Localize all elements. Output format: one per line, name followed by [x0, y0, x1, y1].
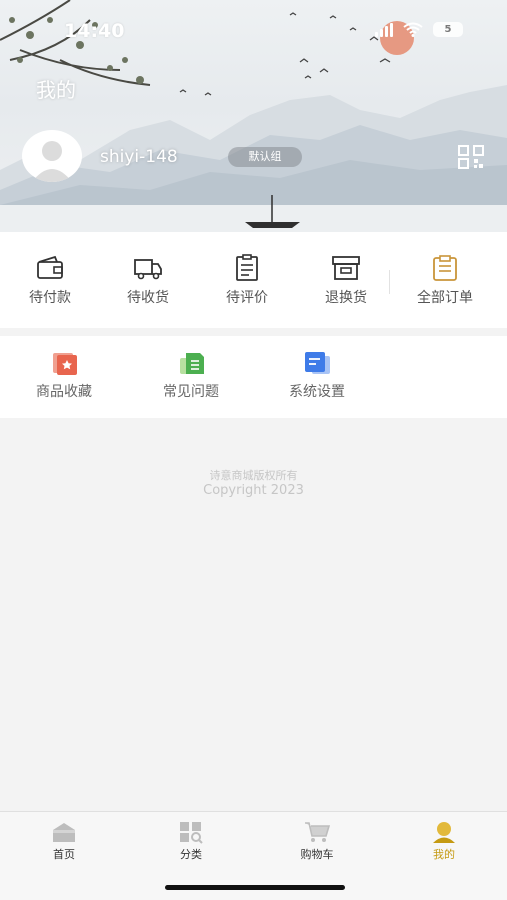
avatar[interactable] — [22, 130, 82, 182]
clipboard-icon — [236, 254, 258, 281]
order-label: 待收货 — [127, 290, 169, 306]
tab-profile[interactable]: 我的 — [394, 812, 494, 868]
home-indicator — [165, 885, 345, 890]
tool-settings[interactable]: 系统设置 — [267, 336, 367, 418]
qr-code-icon[interactable] — [457, 144, 485, 170]
signal-icon — [375, 22, 393, 37]
category-icon — [180, 822, 203, 844]
tab-category[interactable]: 分类 — [141, 812, 241, 868]
status-bar: 14:40 5 — [0, 18, 507, 46]
order-pending-review[interactable]: 待评价 — [197, 232, 297, 328]
battery-icon: 5 — [433, 22, 463, 37]
order-shortcuts: 待付款 待收货 待评价 退换货 全部订单 — [0, 232, 507, 328]
tool-faq[interactable]: 常见问题 — [141, 336, 241, 418]
profile-icon — [433, 822, 455, 843]
tab-label: 首页 — [53, 848, 75, 861]
order-pending-receipt[interactable]: 待收货 — [98, 232, 198, 328]
box-icon — [332, 256, 360, 280]
profile-header-banner: 14:40 5 我的 shiyi-148 默认组 — [0, 0, 507, 232]
copyright-owner: 诗意商城版权所有 — [209, 469, 298, 482]
cart-icon — [305, 822, 331, 842]
tool-label: 商品收藏 — [36, 384, 92, 400]
tab-cart[interactable]: 购物车 — [267, 812, 367, 868]
user-silhouette-icon — [32, 141, 72, 182]
order-label: 待付款 — [29, 290, 71, 306]
orders-icon — [433, 255, 457, 281]
tool-shortcuts: 商品收藏 常见问题 系统设置 — [0, 336, 507, 418]
divider — [389, 270, 390, 294]
faq-icon — [180, 353, 204, 374]
username: shiyi-148 — [100, 147, 178, 167]
status-time: 14:40 — [64, 20, 125, 42]
order-label: 退换货 — [325, 290, 367, 306]
order-label: 全部订单 — [417, 290, 473, 306]
order-pending-payment[interactable]: 待付款 — [0, 232, 100, 328]
truck-icon — [134, 259, 162, 280]
settings-icon — [305, 352, 330, 374]
group-badge: 默认组 — [228, 147, 302, 167]
tab-label: 我的 — [433, 848, 455, 861]
order-returns[interactable]: 退换货 — [296, 232, 396, 328]
tab-label: 分类 — [180, 848, 202, 861]
home-icon — [53, 823, 75, 842]
favorites-icon — [53, 353, 77, 375]
tab-label: 购物车 — [300, 848, 334, 861]
tool-favorites[interactable]: 商品收藏 — [14, 336, 114, 418]
tool-label: 常见问题 — [163, 384, 219, 400]
wifi-icon — [403, 22, 423, 37]
tool-label: 系统设置 — [289, 384, 345, 400]
page-title: 我的 — [36, 78, 76, 102]
copyright-year: Copyright 2023 — [203, 483, 304, 498]
order-all[interactable]: 全部订单 — [395, 232, 495, 328]
tab-home[interactable]: 首页 — [14, 812, 114, 868]
wallet-icon — [37, 255, 63, 279]
order-label: 待评价 — [226, 290, 268, 306]
